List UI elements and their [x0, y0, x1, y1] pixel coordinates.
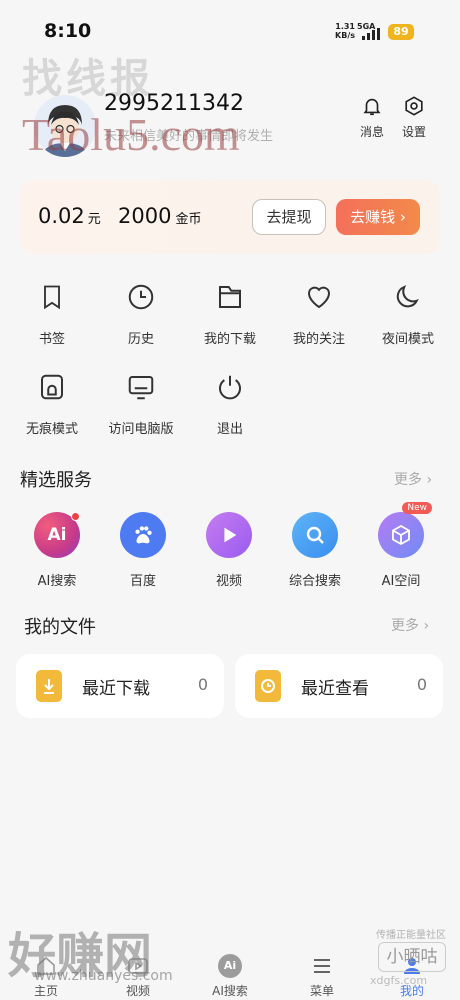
grid-item-bookmark[interactable]: 书签: [8, 282, 96, 347]
bell-icon: [363, 98, 381, 116]
gear-icon: [405, 96, 423, 116]
ai-search-icon: Ai: [34, 512, 80, 558]
recent-file-icon: [255, 670, 281, 702]
power-icon: [219, 375, 241, 400]
watermark-corner-text: 传播正能量社区: [376, 930, 446, 941]
watermark-bottom-url: www.zhuanyes.com: [34, 968, 173, 984]
settings-button[interactable]: 设置: [392, 95, 436, 140]
recent-download-count: 0: [197, 675, 208, 694]
bookmark-icon: [44, 285, 60, 310]
grid-item-desktop-version[interactable]: 访问电脑版: [97, 372, 185, 437]
menu-icon: [310, 954, 334, 978]
services-title: 精选服务: [20, 470, 92, 491]
user-subtitle: 未来相信美好的事情即将发生: [104, 129, 274, 144]
grid-item-downloads[interactable]: 我的下载: [186, 282, 274, 347]
recent-view-card[interactable]: 最近查看 0: [235, 654, 443, 718]
recent-view-count: 0: [416, 675, 427, 694]
files-title: 我的文件: [24, 617, 96, 638]
settings-label: 设置: [401, 125, 426, 139]
play-icon: [206, 512, 252, 558]
grid-item-incognito[interactable]: 无痕模式: [8, 372, 96, 437]
coins: 2000 金币: [118, 204, 202, 228]
heart-icon: [307, 286, 331, 309]
service-ai-search[interactable]: Ai AI搜索: [17, 512, 97, 589]
grid-item-history[interactable]: 历史: [97, 282, 185, 347]
network-speed: 1.31 KB/s: [335, 22, 355, 40]
status-bar: 8:10 1.31 KB/s 5GA 89: [0, 0, 460, 60]
earn-button[interactable]: 去赚钱 ›: [336, 199, 420, 235]
profile-header: 2995211342 未来相信美好的事情即将发生 消息 设置: [20, 85, 440, 165]
recent-view-label: 最近查看: [301, 679, 369, 699]
balance: 0.02 元: [38, 204, 101, 228]
grid-item-logout[interactable]: 退出: [186, 372, 274, 437]
folder-icon: [219, 286, 241, 308]
tab-menu[interactable]: 菜单: [290, 954, 354, 999]
tab-ai-search[interactable]: Ai AI搜索: [198, 954, 262, 999]
clock-icon: [128, 284, 154, 310]
download-file-icon: [36, 670, 62, 702]
recent-download-card[interactable]: 最近下载 0: [16, 654, 224, 718]
ai-icon: Ai: [218, 954, 242, 978]
service-general-search[interactable]: 综合搜索: [275, 512, 355, 589]
search-icon: [292, 512, 338, 558]
ghost-icon: [41, 374, 63, 400]
service-video[interactable]: 视频: [189, 512, 269, 589]
grid-item-night-mode[interactable]: 夜间模式: [364, 282, 452, 347]
signal-icon: [362, 28, 382, 40]
battery-badge: 89: [388, 24, 414, 40]
monitor-icon: [128, 376, 154, 400]
recent-download-label: 最近下载: [82, 679, 150, 699]
files-more-button[interactable]: 更多 ›: [391, 615, 429, 635]
avatar[interactable]: [34, 95, 96, 157]
withdraw-button[interactable]: 去提现: [252, 199, 326, 235]
messages-button[interactable]: 消息: [350, 95, 394, 140]
status-time: 8:10: [44, 20, 92, 42]
wallet-card: 0.02 元 2000 金币 去提现 去赚钱 ›: [20, 180, 440, 254]
paw-icon: [120, 512, 166, 558]
service-ai-space[interactable]: New AI空间: [361, 502, 441, 589]
watermark-corner-logo: 小晒咕: [378, 942, 446, 972]
moon-icon: [396, 285, 419, 308]
user-id[interactable]: 2995211342: [104, 91, 244, 116]
new-badge: New: [402, 502, 432, 514]
services-more-button[interactable]: 更多 ›: [394, 469, 432, 489]
messages-label: 消息: [359, 125, 384, 139]
cube-icon: New: [378, 502, 432, 558]
service-baidu[interactable]: 百度: [103, 512, 183, 589]
watermark-corner-url: xdgfs.com: [370, 974, 428, 987]
grid-item-follows[interactable]: 我的关注: [275, 282, 363, 347]
